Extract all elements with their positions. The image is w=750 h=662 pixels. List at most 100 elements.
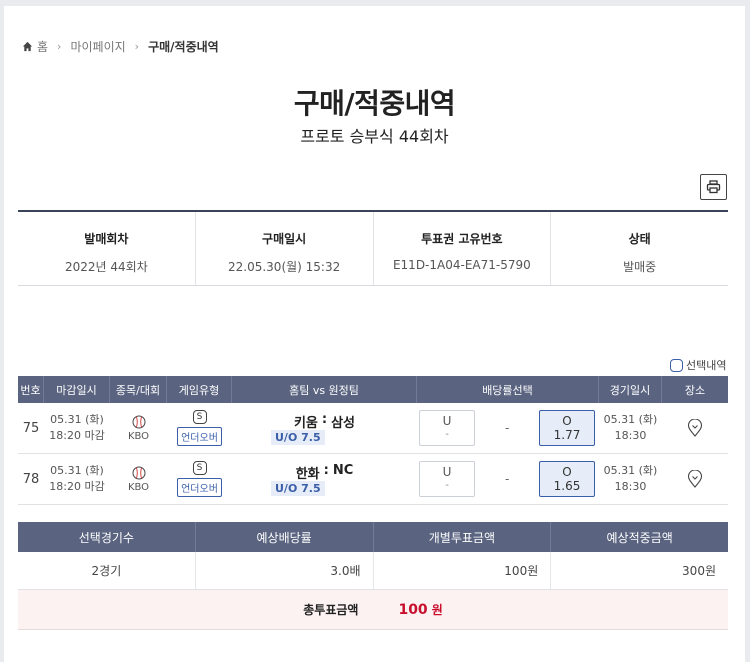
stake-amount: 100원: [374, 552, 552, 589]
under-label: U: [442, 465, 452, 479]
total-label: 총투표금액: [303, 603, 359, 617]
sport-cell: KBO: [110, 454, 167, 504]
league-name: KBO: [127, 481, 150, 493]
header-expected-payout: 예상적중금액: [606, 530, 673, 545]
game-datetime: 05.31 (화) 18:30: [599, 454, 662, 504]
chevron-right-icon: ›: [134, 39, 140, 53]
page-title: 구매/적중내역: [293, 87, 456, 120]
chevron-right-icon: ›: [57, 39, 62, 53]
sport-cell: KBO: [110, 403, 167, 453]
selected-count: 2경기: [18, 552, 196, 589]
header-place: 장소: [684, 383, 706, 397]
home-team: 키움: [293, 416, 318, 431]
under-value: -: [445, 429, 449, 440]
breadcrumb: 홈 › 마이페이지 › 구매/적중내역: [22, 38, 219, 54]
bet-summary-header: 선택경기수 예상배당률 개별투표금액 예상적중금액: [18, 522, 728, 552]
close-time: 18:20 마감: [49, 480, 105, 493]
vs-separator: :: [321, 412, 328, 427]
over-odds-button[interactable]: O 1.65: [539, 461, 595, 497]
draw-odds: -: [505, 421, 510, 435]
summary-value: E11D-1A04-EA71-5790: [392, 258, 531, 272]
summary-value: 22.05.30(월) 15:32: [228, 260, 341, 274]
header-odds: 배당률선택: [417, 376, 599, 403]
header-game-type: 게임유형: [167, 376, 232, 403]
location-pin-icon[interactable]: [687, 470, 703, 488]
over-value: 1.77: [553, 428, 581, 442]
game-badge: S: [192, 410, 207, 424]
game-datetime: 05.31 (화) 18:30: [599, 403, 662, 453]
printer-icon: [706, 180, 721, 194]
breadcrumb-current: 구매/적중내역: [148, 39, 219, 54]
game-type-tag: 언더오버: [177, 478, 222, 497]
header-teams: 홈팀 vs 원정팀: [232, 376, 417, 403]
breadcrumb-mypage[interactable]: 마이페이지: [70, 38, 125, 55]
draw-odds: -: [505, 472, 510, 486]
breadcrumb-home[interactable]: 홈: [37, 38, 48, 55]
away-team: 삼성: [331, 416, 356, 431]
games-table-header: 번호 마감일시 종목/대회 게임유형 홈팀 vs 원정팀 배당률선택 경기일시 …: [18, 376, 728, 403]
summary-label: 구매일시: [262, 232, 307, 246]
game-badge: S: [192, 461, 207, 475]
baseball-icon: [132, 415, 145, 428]
game-number: 75: [22, 420, 40, 436]
total-amount: 100: [398, 601, 428, 618]
page-subtitle: 프로토 승부식 44회차: [300, 127, 449, 146]
close-datetime: 05.31 (화) 18:20 마감: [44, 403, 110, 453]
away-team: NC: [332, 463, 354, 478]
header-stake: 개별투표금액: [374, 522, 552, 552]
baseball-icon: [132, 466, 145, 479]
under-odds-button[interactable]: U -: [419, 410, 475, 446]
handicap-line: U/O 7.5: [271, 430, 325, 445]
summary-ticket-id: 투표권 고유번호 E11D-1A04-EA71-5790: [374, 212, 552, 285]
summary-round: 발매회차 2022년 44회차: [18, 212, 196, 285]
league-name: KBO: [127, 430, 150, 442]
close-datetime: 05.31 (화) 18:20 마감: [44, 454, 110, 504]
table-row: 75 05.31 (화) 18:20 마감 KBO S 언더오버 키움 : 삼성 …: [18, 403, 728, 454]
game-type-cell: S 언더오버: [167, 403, 232, 453]
table-row: 78 05.31 (화) 18:20 마감 KBO S 언더오버 한화 : NC …: [18, 454, 728, 505]
header-game-date: 경기일시: [599, 376, 662, 403]
header-selected-count: 선택경기수: [18, 522, 196, 552]
expected-payout: 300원: [682, 564, 716, 578]
over-value: 1.65: [553, 479, 581, 493]
handicap-line: U/O 7.5: [271, 481, 325, 496]
summary-status: 상태 발매중: [551, 212, 728, 285]
header-expected-odds: 예상배당률: [196, 522, 374, 552]
close-date: 05.31 (화): [50, 464, 104, 477]
close-time: 18:20 마감: [49, 429, 105, 442]
summary-purchase-date: 구매일시 22.05.30(월) 15:32: [196, 212, 374, 285]
game-type-tag: 언더오버: [177, 427, 222, 446]
ticket-summary: 발매회차 2022년 44회차 구매일시 22.05.30(월) 15:32 투…: [18, 210, 728, 286]
game-time: 18:30: [614, 429, 647, 442]
game-date: 05.31 (화): [603, 413, 658, 426]
vs-separator: :: [323, 463, 329, 478]
total-unit: 원: [431, 603, 443, 617]
over-odds-button[interactable]: O 1.77: [539, 410, 595, 446]
location-pin-icon[interactable]: [687, 419, 703, 437]
over-label: O: [562, 414, 572, 428]
summary-label: 발매회차: [84, 232, 129, 246]
under-value: -: [445, 480, 449, 491]
under-label: U: [442, 414, 452, 428]
select-label: 선택내역: [686, 359, 727, 372]
teams-cell: 한화 : NC: [232, 454, 417, 504]
bet-summary-row: 2경기 3.0배 100원 300원: [18, 552, 728, 590]
home-team: 한화: [295, 467, 320, 482]
under-odds-button[interactable]: U -: [419, 461, 475, 497]
summary-value: 2022년 44회차: [65, 260, 148, 274]
place-cell: [662, 454, 728, 504]
header-number: 번호: [18, 376, 44, 403]
header-close-time: 마감일시: [44, 376, 110, 403]
print-button[interactable]: [700, 174, 727, 200]
game-type-cell: S 언더오버: [167, 454, 232, 504]
teams-cell: 키움 : 삼성: [232, 403, 417, 453]
place-cell: [662, 403, 728, 453]
select-checkbox[interactable]: [670, 358, 683, 372]
selection-filter[interactable]: 선택내역: [670, 357, 726, 373]
game-number: 78: [22, 471, 40, 487]
home-icon[interactable]: [22, 41, 33, 52]
summary-value: 발매중: [623, 260, 657, 274]
summary-label: 투표권 고유번호: [421, 232, 503, 246]
expected-odds: 3.0배: [196, 552, 374, 589]
page-card: 홈 › 마이페이지 › 구매/적중내역 구매/적중내역 프로토 승부식 44회차…: [4, 6, 745, 662]
